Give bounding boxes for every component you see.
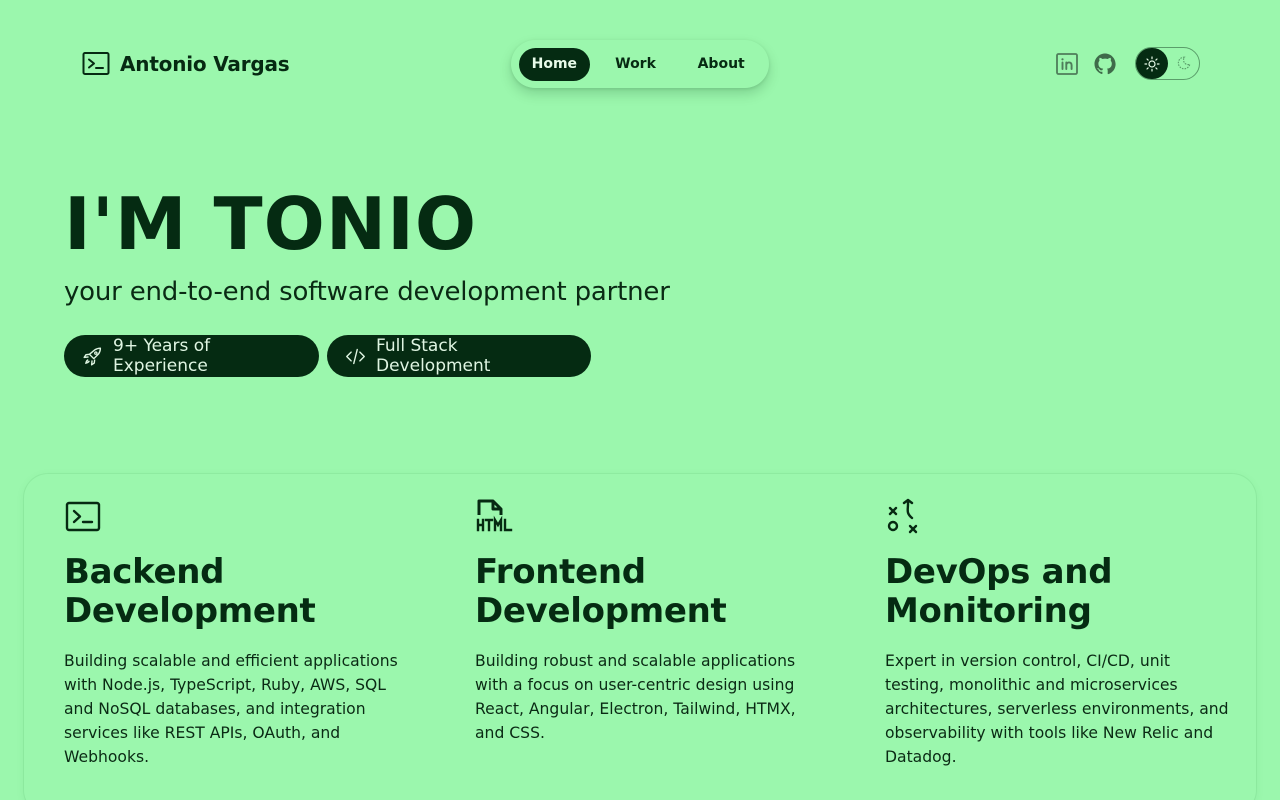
feature-backend: Backend Development Building scalable an… xyxy=(64,497,414,769)
hero-subtitle: your end-to-end software development par… xyxy=(64,277,670,307)
feature-title-line: DevOps and xyxy=(885,552,1113,592)
brand[interactable]: Antonio Vargas xyxy=(82,51,290,77)
main-nav: Home Work About xyxy=(511,40,769,88)
feature-title: Frontend Development xyxy=(475,553,825,631)
theme-knob xyxy=(1136,48,1168,79)
feature-title: DevOps and Monitoring xyxy=(885,553,1230,631)
feature-frontend: Frontend Development Building robust and… xyxy=(475,497,825,745)
experience-badge: 9+ Years of Experience xyxy=(64,335,319,377)
feature-title-line: Backend xyxy=(64,552,225,592)
code-icon xyxy=(346,348,365,364)
strategy-icon xyxy=(887,498,918,534)
theme-toggle[interactable] xyxy=(1135,47,1200,80)
fullstack-badge: Full Stack Development xyxy=(327,335,591,377)
feature-title-line: Frontend xyxy=(475,552,646,592)
fullstack-label: Full Stack Development xyxy=(376,336,491,376)
feature-description: Building scalable and efficient applicat… xyxy=(64,652,398,766)
feature-title: Backend Development xyxy=(64,553,414,631)
sun-icon xyxy=(1144,55,1160,72)
page: Antonio Vargas Home Work About I'M TONIO… xyxy=(0,0,1280,800)
linkedin-icon[interactable] xyxy=(1055,52,1079,76)
feature-description: Expert in version control, CI/CD, unit t… xyxy=(885,652,1229,766)
feature-description: Building robust and scalable application… xyxy=(475,652,796,742)
feature-title-line: Development xyxy=(64,591,316,631)
feature-title-line: Monitoring xyxy=(885,591,1092,631)
terminal-icon xyxy=(82,52,110,75)
rocket-icon xyxy=(83,346,102,366)
brand-name: Antonio Vargas xyxy=(120,52,290,76)
nav-home[interactable]: Home xyxy=(519,47,590,81)
nav-about[interactable]: About xyxy=(681,48,761,81)
feature-devops: DevOps and Monitoring Expert in version … xyxy=(885,497,1230,769)
nav-work[interactable]: Work xyxy=(596,48,676,81)
html-file-icon xyxy=(476,499,513,532)
terminal-icon xyxy=(65,501,101,532)
github-icon[interactable] xyxy=(1093,52,1117,76)
feature-title-line: Development xyxy=(475,591,727,631)
moon-icon xyxy=(1177,56,1191,70)
hero-title: I'M TONIO xyxy=(64,182,478,266)
experience-label: 9+ Years of Experience xyxy=(113,336,211,376)
